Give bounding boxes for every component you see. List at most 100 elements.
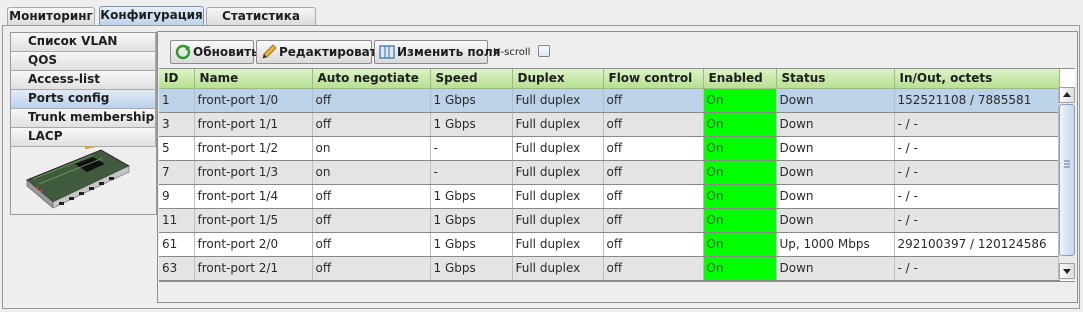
cell-speed: 1 Gbps	[430, 112, 513, 137]
scroll-thumb[interactable]	[1059, 104, 1075, 256]
cell-name: front-port 1/3	[194, 160, 313, 185]
hscroll-checkbox[interactable]	[538, 45, 550, 57]
cell-status: Down	[776, 112, 895, 137]
col-header-in-out-octets[interactable]: In/Out, octets	[894, 69, 1060, 89]
cell-enabled: On	[703, 160, 777, 185]
cell-in-out-octets: - / -	[894, 208, 1060, 233]
table-row[interactable]: 63 front-port 2/1 off 1 Gbps Full duplex off O…	[159, 256, 1060, 281]
cell-speed: 1 Gbps	[430, 88, 513, 113]
sidebar-item-ports-config[interactable]: Ports config	[11, 90, 156, 109]
col-header-status[interactable]: Status	[776, 69, 895, 89]
col-header-flow-control[interactable]: Flow control	[603, 69, 704, 89]
cell-duplex: Full duplex	[512, 112, 604, 137]
change-fields-button-label: Изменить поля	[397, 45, 501, 59]
cell-flow-control: off	[603, 160, 704, 185]
col-header-name[interactable]: Name	[194, 69, 313, 89]
scroll-up-button[interactable]	[1059, 87, 1075, 103]
cell-id: 3	[159, 112, 195, 137]
cell-duplex: Full duplex	[512, 184, 604, 209]
network-card-image	[26, 146, 131, 209]
cell-status: Down	[776, 160, 895, 185]
cell-status: Down	[776, 208, 895, 233]
scroll-down-button[interactable]	[1059, 263, 1075, 279]
cell-name: front-port 1/0	[194, 88, 313, 113]
cell-status: Up, 1000 Mbps	[776, 232, 895, 257]
cell-enabled: On	[703, 232, 777, 257]
sidebar-item-vlan-list[interactable]: Список VLAN	[11, 33, 156, 52]
cell-enabled: On	[703, 136, 777, 161]
cell-speed: -	[430, 136, 513, 161]
cell-speed: 1 Gbps	[430, 208, 513, 233]
change-fields-button[interactable]: Изменить поля	[374, 40, 500, 64]
cell-duplex: Full duplex	[512, 160, 604, 185]
table-row[interactable]: 1 front-port 1/0 off 1 Gbps Full duplex off On…	[159, 88, 1060, 113]
vertical-scrollbar[interactable]	[1058, 87, 1075, 280]
cell-duplex: Full duplex	[512, 232, 604, 257]
table-row[interactable]: 11 front-port 1/5 off 1 Gbps Full duplex off O…	[159, 208, 1060, 233]
cell-auto-negotiate: off	[312, 88, 431, 113]
cell-name: front-port 1/1	[194, 112, 313, 137]
config-sidebar: Список VLAN QOS Access-list Ports config…	[10, 32, 157, 215]
cell-id: 61	[159, 232, 195, 257]
cell-flow-control: off	[603, 208, 704, 233]
cell-status: Down	[776, 136, 895, 161]
cell-id: 11	[159, 208, 195, 233]
cell-id: 63	[159, 256, 195, 281]
cell-name: front-port 2/0	[194, 232, 313, 257]
edit-button[interactable]: Редактировать	[256, 40, 384, 64]
tab-configuration[interactable]: Конфигурация	[99, 6, 204, 26]
col-header-enabled[interactable]: Enabled	[703, 69, 777, 89]
cell-id: 7	[159, 160, 195, 185]
cell-status: Down	[776, 184, 895, 209]
cell-duplex: Full duplex	[512, 208, 604, 233]
cell-auto-negotiate: on	[312, 160, 431, 185]
sidebar-item-qos[interactable]: QOS	[11, 52, 156, 71]
cell-flow-control: off	[603, 136, 704, 161]
sidebar-item-lacp[interactable]: LACP	[11, 128, 156, 147]
cell-auto-negotiate: off	[312, 112, 431, 137]
cell-in-out-octets: 292100397 / 120124586	[894, 232, 1060, 257]
table-row[interactable]: 7 front-port 1/3 on - Full duplex off On Down - …	[159, 160, 1060, 185]
table-row[interactable]: 9 front-port 1/4 off 1 Gbps Full duplex off On…	[159, 184, 1060, 209]
cell-duplex: Full duplex	[512, 88, 604, 113]
cell-flow-control: off	[603, 88, 704, 113]
cell-id: 5	[159, 136, 195, 161]
refresh-button[interactable]: Обновить	[170, 40, 259, 64]
col-header-speed[interactable]: Speed	[430, 69, 513, 89]
cell-in-out-octets: - / -	[894, 160, 1060, 185]
col-header-duplex[interactable]: Duplex	[512, 69, 604, 89]
refresh-icon	[175, 44, 191, 60]
ports-table: ID Name Auto negotiate Speed Duplex Flow…	[159, 68, 1075, 281]
pencil-icon	[262, 44, 277, 59]
table-header-row: ID Name Auto negotiate Speed Duplex Flow…	[159, 69, 1060, 89]
cell-speed: 1 Gbps	[430, 256, 513, 281]
cell-enabled: On	[703, 88, 777, 113]
cell-in-out-octets: - / -	[894, 112, 1060, 137]
col-header-id[interactable]: ID	[159, 69, 195, 89]
cell-flow-control: off	[603, 256, 704, 281]
table-row[interactable]: 5 front-port 1/2 on - Full duplex off On Down - …	[159, 136, 1060, 161]
cell-auto-negotiate: on	[312, 136, 431, 161]
cell-auto-negotiate: off	[312, 184, 431, 209]
cell-name: front-port 1/2	[194, 136, 313, 161]
cell-auto-negotiate: off	[312, 232, 431, 257]
cell-name: front-port 2/1	[194, 256, 313, 281]
tab-monitoring[interactable]: Мониторинг	[7, 7, 95, 25]
tab-rrd-statistics[interactable]: Статистика RRD	[206, 7, 316, 40]
cell-speed: -	[430, 160, 513, 185]
cell-in-out-octets: - / -	[894, 136, 1060, 161]
cell-duplex: Full duplex	[512, 136, 604, 161]
table-row[interactable]: 61 front-port 2/0 off 1 Gbps Full duplex off O…	[159, 232, 1060, 257]
cell-id: 1	[159, 88, 195, 113]
sidebar-item-access-list[interactable]: Access-list	[11, 71, 156, 90]
cell-status: Down	[776, 88, 895, 113]
col-header-auto-negotiate[interactable]: Auto negotiate	[312, 69, 431, 89]
refresh-button-label: Обновить	[193, 45, 259, 59]
sidebar-item-trunk-membership[interactable]: Trunk membership	[11, 109, 156, 128]
grip-icon	[1064, 160, 1070, 168]
cell-in-out-octets: - / -	[894, 184, 1060, 209]
top-tab-bar: Мониторинг Конфигурация Статистика RRD	[0, 0, 1083, 40]
cell-speed: 1 Gbps	[430, 232, 513, 257]
table-row[interactable]: 3 front-port 1/1 off 1 Gbps Full duplex off On…	[159, 112, 1060, 137]
cell-duplex: Full duplex	[512, 256, 604, 281]
